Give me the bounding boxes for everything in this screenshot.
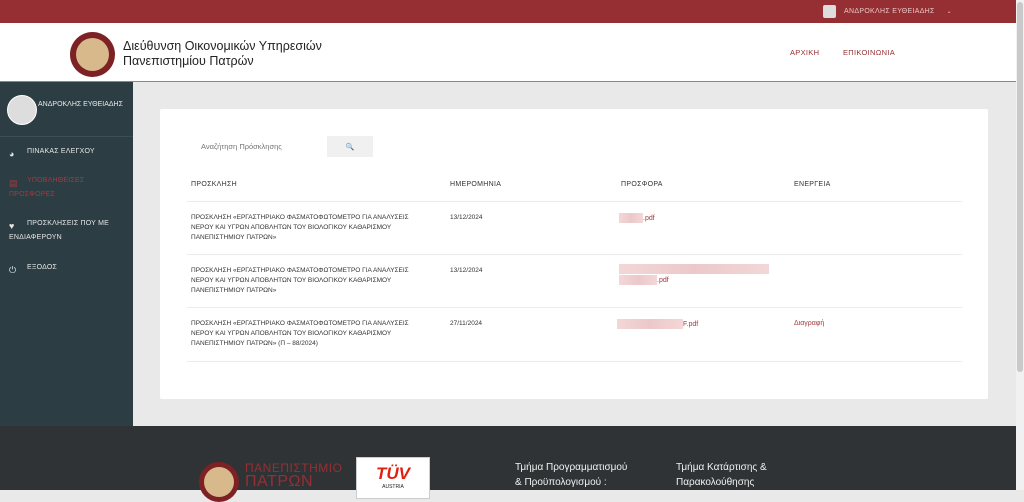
sidebar-item-label: ΕΞΟΔΟΣ	[27, 264, 58, 271]
footer-training-dept: Τμήμα Κατάρτισης & Παρακολούθησης	[676, 460, 767, 490]
page-scrollbar[interactable]	[1016, 0, 1024, 490]
footer-planning-dept: Τμήμα Προγραμματισμού & Προϋπολογισμού :	[515, 460, 627, 490]
redacted-filename	[619, 264, 769, 274]
offer-link[interactable]: .pdf	[619, 264, 779, 286]
offer-filename: F.pdf	[683, 320, 699, 328]
scrollbar-thumb[interactable]	[1017, 2, 1023, 372]
tuv-certification-logo: TÜV AUSTRIA	[356, 457, 430, 499]
column-header-action: ΕΝΕΡΓΕΙΑ	[794, 181, 831, 188]
sidebar-profile: ΑΝΔΡΟΚΛΗΣ ΕΥΘΕΙΑΔΗΣ	[0, 82, 133, 137]
date-cell: 13/12/2024	[450, 267, 483, 274]
invitation-cell: ΠΡΟΣΚΛΗΣΗ «ΕΡΓΑΣΤΗΡΙΑΚΟ ΦΑΣΜΑΤΟΦΩΤΟΜΕΤΡΟ…	[191, 267, 409, 294]
footer-training-line2: Παρακολούθησης	[676, 477, 755, 488]
invitation-cell: ΠΡΟΣΚΛΗΣΗ «ΕΡΓΑΣΤΗΡΙΑΚΟ ΦΑΣΜΑΤΟΦΩΤΟΜΕΤΡΟ…	[191, 214, 409, 241]
column-header-offer: ΠΡΟΣΦΟΡΑ	[621, 181, 663, 188]
site-header: Διεύθυνση Οικονομικών Υπηρεσιών Πανεπιστ…	[0, 23, 1016, 82]
date-cell: 13/12/2024	[450, 214, 483, 221]
sidebar: ΑΝΔΡΟΚΛΗΣ ΕΥΘΕΙΑΔΗΣ ◕ ΠΙΝΑΚΑΣ ΕΛΕΓΧΟΥ ▤ …	[0, 82, 133, 426]
search-button[interactable]: 🔍	[327, 136, 373, 157]
footer-planning-line2: & Προϋπολογισμού :	[515, 477, 607, 488]
redacted-filename	[619, 274, 657, 285]
search-bar: 🔍	[187, 136, 373, 157]
power-icon: ⏻	[9, 265, 17, 275]
offer-link[interactable]: F.pdf	[617, 319, 698, 330]
sidebar-item-label: ΥΠΟΒΛΗΘΕΙΣΕΣ ΠΡΟΣΦΟΡΕΣ	[9, 177, 85, 198]
column-header-invitation: ΠΡΟΣΚΛΗΣΗ	[191, 181, 237, 188]
site-title[interactable]: Διεύθυνση Οικονομικών Υπηρεσιών Πανεπιστ…	[123, 39, 322, 69]
top-bar: ΑΝΔΡΟΚΛΗΣ ΕΥΘΕΙΑΔΗΣ ⌄	[0, 0, 1016, 23]
column-header-date: ΗΜΕΡΟΜΗΝΙΑ	[450, 181, 502, 188]
redacted-filename	[617, 319, 683, 329]
tuv-sub: AUSTRIA	[382, 484, 404, 490]
offer-filename: .pdf	[657, 276, 669, 284]
tuv-text: TÜV	[357, 464, 429, 484]
university-logo-line2: ΠΑΤΡΩΝ	[245, 473, 313, 490]
main-card: 🔍 ΠΡΟΣΚΛΗΣΗ ΗΜΕΡΟΜΗΝΙΑ ΠΡΟΣΦΟΡΑ ΕΝΕΡΓΕΙΑ…	[160, 109, 988, 399]
footer-training-line1: Τμήμα Κατάρτισης &	[676, 462, 767, 473]
search-input[interactable]	[187, 136, 327, 157]
avatar	[7, 95, 37, 125]
footer-planning-line1: Τμήμα Προγραμματισμού	[515, 462, 628, 473]
date-cell: 27/11/2024	[450, 320, 483, 327]
nav-contact-link[interactable]: ΕΠΙΚΟΙΝΩΝΙΑ	[843, 48, 895, 57]
dashboard-icon: ◕	[9, 149, 15, 159]
redacted-filename	[619, 213, 643, 223]
table-row: ΠΡΟΣΚΛΗΣΗ «ΕΡΓΑΣΤΗΡΙΑΚΟ ΦΑΣΜΑΤΟΦΩΤΟΜΕΤΡΟ…	[187, 201, 962, 255]
site-title-line1: Διεύθυνση Οικονομικών Υπηρεσιών	[123, 39, 322, 53]
tuv-mark: TÜV	[376, 464, 410, 483]
university-logo-text: ΠΑΝΕΠΙΣΤΗΜΙΟ ΠΑΤΡΩΝ	[245, 462, 342, 490]
chevron-down-icon: ⌄	[946, 9, 952, 15]
delete-link[interactable]: Διαγραφή	[794, 319, 824, 329]
table-row: ΠΡΟΣΚΛΗΣΗ «ΕΡΓΑΣΤΗΡΙΑΚΟ ΦΑΣΜΑΤΟΦΩΤΟΜΕΤΡΟ…	[187, 307, 962, 362]
user-name: ΑΝΔΡΟΚΛΗΣ ΕΥΘΕΙΑΔΗΣ	[844, 8, 935, 15]
offer-link[interactable]: .pdf	[619, 213, 655, 224]
search-icon: 🔍	[345, 143, 355, 151]
sidebar-user-name: ΑΝΔΡΟΚΛΗΣ ΕΥΘΕΙΑΔΗΣ	[38, 101, 123, 108]
university-seal-icon[interactable]	[70, 32, 115, 77]
site-footer: ΠΑΝΕΠΙΣΤΗΜΙΟ ΠΑΤΡΩΝ TÜV AUSTRIA Τμήμα Πρ…	[0, 426, 1016, 502]
university-seal-icon	[199, 462, 239, 502]
site-title-line2: Πανεπιστημίου Πατρών	[123, 54, 254, 68]
sidebar-item-label: ΠΡΟΣΚΛΗΣΕΙΣ ΠΟΥ ΜΕ ΕΝΔΙΑΦΕΡΟΥΝ	[9, 220, 109, 241]
nav-home-link[interactable]: ΑΡΧΙΚΗ	[790, 48, 819, 57]
user-menu[interactable]: ΑΝΔΡΟΚΛΗΣ ΕΥΘΕΙΑΔΗΣ ⌄	[823, 5, 952, 18]
offer-filename: .pdf	[643, 214, 655, 222]
invitation-cell: ΠΡΟΣΚΛΗΣΗ «ΕΡΓΑΣΤΗΡΙΑΚΟ ΦΑΣΜΑΤΟΦΩΤΟΜΕΤΡΟ…	[191, 320, 409, 347]
table-row: ΠΡΟΣΚΛΗΣΗ «ΕΡΓΑΣΤΗΡΙΑΚΟ ΦΑΣΜΑΤΟΦΩΤΟΜΕΤΡΟ…	[187, 254, 962, 308]
sidebar-item-label: ΠΙΝΑΚΑΣ ΕΛΕΓΧΟΥ	[27, 148, 95, 155]
user-avatar-icon	[823, 5, 837, 18]
